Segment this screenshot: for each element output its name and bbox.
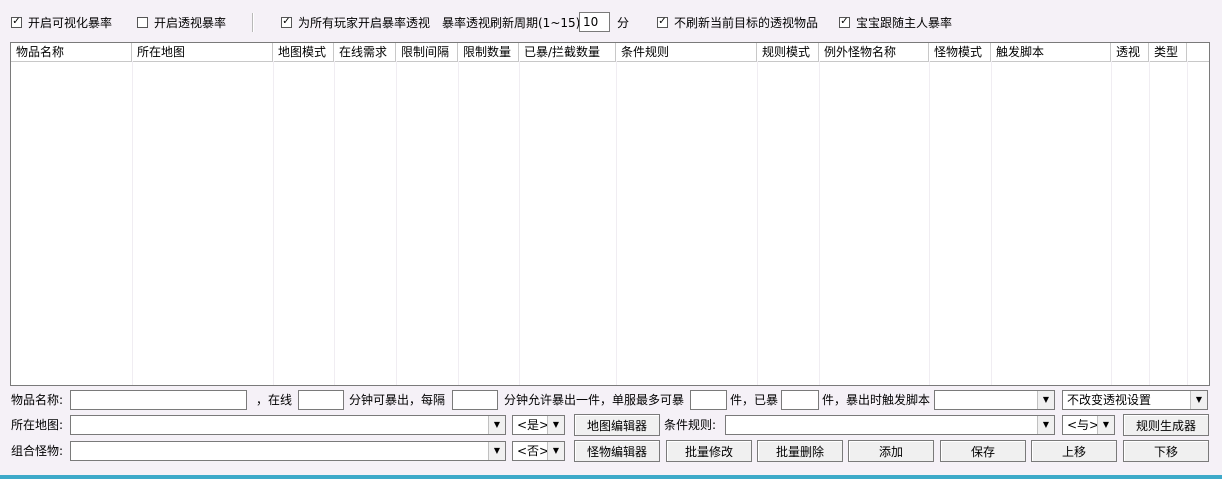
rule-generator-button[interactable]: 规则生成器 xyxy=(1123,414,1209,436)
perspective-drop-rate-checkbox[interactable]: 开启透视暴率 xyxy=(137,13,226,31)
trigger-script-select[interactable]: ▼ xyxy=(934,390,1055,410)
column-header-exception-monster[interactable]: 例外怪物名称 xyxy=(819,43,929,61)
column-gridline xyxy=(1111,61,1112,385)
column-header-limit-interval[interactable]: 限制间隔 xyxy=(396,43,458,61)
map-mode-select[interactable]: <是> ▼ xyxy=(512,415,565,435)
column-gridline xyxy=(132,61,133,385)
drop-rule-table[interactable]: 物品名称 所在地图 地图模式 在线需求 限制间隔 限制数量 已暴/拦截数量 条件… xyxy=(10,42,1210,386)
map-select[interactable]: ▼ xyxy=(70,415,506,435)
visual-drop-rate-label: 开启可视化暴率 xyxy=(28,15,113,30)
column-gridline xyxy=(519,61,520,385)
perspective-setting-value: 不改变透视设置 xyxy=(1067,393,1152,407)
move-up-button[interactable]: 上移 xyxy=(1031,440,1117,462)
dropdown-arrow-icon[interactable]: ▼ xyxy=(488,416,505,434)
pet-follow-master-label: 宝宝跟随主人暴率 xyxy=(856,15,953,30)
save-button[interactable]: 保存 xyxy=(940,440,1026,462)
condition-rule-label: 条件规则: xyxy=(664,418,717,432)
item-name-input[interactable] xyxy=(70,390,247,410)
online-label: ，在线 xyxy=(256,393,293,407)
perspective-setting-select[interactable]: 不改变透视设置 ▼ xyxy=(1062,390,1208,410)
column-header-map-mode[interactable]: 地图模式 xyxy=(273,43,334,61)
interval-minutes-input[interactable] xyxy=(452,390,498,410)
dropdown-arrow-icon[interactable]: ▼ xyxy=(1190,391,1207,409)
no-refresh-target-checkbox[interactable]: ✓ 不刷新当前目标的透视物品 xyxy=(657,13,818,31)
column-header-trigger-script[interactable]: 触发脚本 xyxy=(991,43,1111,61)
column-gridline xyxy=(616,61,617,385)
column-header-condition-rule[interactable]: 条件规则 xyxy=(616,43,757,61)
column-header-item-name[interactable]: 物品名称 xyxy=(11,43,132,61)
dropped-count-input[interactable] xyxy=(781,390,819,410)
online-minutes-input[interactable] xyxy=(298,390,344,410)
dropdown-arrow-icon[interactable]: ▼ xyxy=(1037,391,1054,409)
monster-mode-select[interactable]: <否> ▼ xyxy=(512,441,565,461)
refresh-period-label: 暴率透视刷新周期(1~15): xyxy=(442,15,585,30)
all-players-perspective-label: 为所有玩家开启暴率透视 xyxy=(298,15,431,30)
column-gridline xyxy=(273,61,274,385)
column-header-rule-mode[interactable]: 规则模式 xyxy=(757,43,819,61)
table-header: 物品名称 所在地图 地图模式 在线需求 限制间隔 限制数量 已暴/拦截数量 条件… xyxy=(11,43,1209,62)
minutes-drop-label: 分钟可暴出，每隔 xyxy=(349,393,446,407)
max-drop-count-input[interactable] xyxy=(690,390,727,410)
toolbar-separator xyxy=(252,13,254,32)
check-icon: ✓ xyxy=(281,16,292,28)
rule-mode-value: <与> xyxy=(1067,418,1100,432)
batch-modify-button[interactable]: 批量修改 xyxy=(666,440,752,462)
column-gridline xyxy=(458,61,459,385)
dropdown-arrow-icon[interactable]: ▼ xyxy=(488,442,505,460)
monster-group-label: 组合怪物: xyxy=(11,444,64,458)
item-name-label: 物品名称: xyxy=(11,393,64,407)
check-icon: ✓ xyxy=(839,16,850,28)
column-header-monster-mode[interactable]: 怪物模式 xyxy=(929,43,991,61)
batch-delete-button[interactable]: 批量删除 xyxy=(757,440,843,462)
monster-editor-button[interactable]: 怪物编辑器 xyxy=(574,440,660,462)
minutes-allow-label: 分钟允许暴出一件，单服最多可暴 xyxy=(504,393,685,407)
dropdown-arrow-icon[interactable]: ▼ xyxy=(1037,416,1054,434)
monster-mode-value: <否> xyxy=(517,444,550,458)
window-bottom-border xyxy=(0,475,1222,479)
perspective-drop-rate-label: 开启透视暴率 xyxy=(154,15,227,30)
no-refresh-target-label: 不刷新当前目标的透视物品 xyxy=(674,15,819,30)
all-players-perspective-checkbox[interactable]: ✓ 为所有玩家开启暴率透视 xyxy=(281,13,430,31)
dropdown-arrow-icon[interactable]: ▼ xyxy=(1097,416,1114,434)
pieces-trigger-label: 件，暴出时触发脚本 xyxy=(822,393,931,407)
column-header-online-requirement[interactable]: 在线需求 xyxy=(334,43,396,61)
column-gridline xyxy=(757,61,758,385)
add-button[interactable]: 添加 xyxy=(848,440,934,462)
dropdown-arrow-icon[interactable]: ▼ xyxy=(547,416,564,434)
column-gridline xyxy=(991,61,992,385)
check-icon: ✓ xyxy=(657,16,668,28)
pet-follow-master-checkbox[interactable]: ✓ 宝宝跟随主人暴率 xyxy=(839,13,952,31)
monster-group-select[interactable]: ▼ xyxy=(70,441,506,461)
map-editor-button[interactable]: 地图编辑器 xyxy=(574,414,660,436)
column-header-type[interactable]: 类型 xyxy=(1149,43,1187,61)
column-gridline xyxy=(334,61,335,385)
map-mode-value: <是> xyxy=(517,418,550,432)
check-icon: ✓ xyxy=(11,16,22,28)
rule-mode-select[interactable]: <与> ▼ xyxy=(1062,415,1115,435)
move-down-button[interactable]: 下移 xyxy=(1123,440,1209,462)
column-gridline xyxy=(819,61,820,385)
column-gridline xyxy=(929,61,930,385)
map-label: 所在地图: xyxy=(11,418,64,432)
column-gridline xyxy=(1187,61,1188,385)
refresh-period-input[interactable] xyxy=(579,12,610,32)
column-header-map[interactable]: 所在地图 xyxy=(132,43,273,61)
column-header-dropped-count[interactable]: 已暴/拦截数量 xyxy=(519,43,616,61)
column-header-limit-count[interactable]: 限制数量 xyxy=(458,43,519,61)
condition-rule-select[interactable]: ▼ xyxy=(725,415,1055,435)
unchecked-box-icon xyxy=(137,16,148,28)
visual-drop-rate-checkbox[interactable]: ✓ 开启可视化暴率 xyxy=(11,13,112,31)
pieces-dropped-label: 件，已暴 xyxy=(730,393,779,407)
column-header-perspective[interactable]: 透视 xyxy=(1111,43,1149,61)
column-gridline xyxy=(396,61,397,385)
dropdown-arrow-icon[interactable]: ▼ xyxy=(547,442,564,460)
refresh-period-unit: 分 xyxy=(617,15,630,30)
column-gridline xyxy=(1149,61,1150,385)
